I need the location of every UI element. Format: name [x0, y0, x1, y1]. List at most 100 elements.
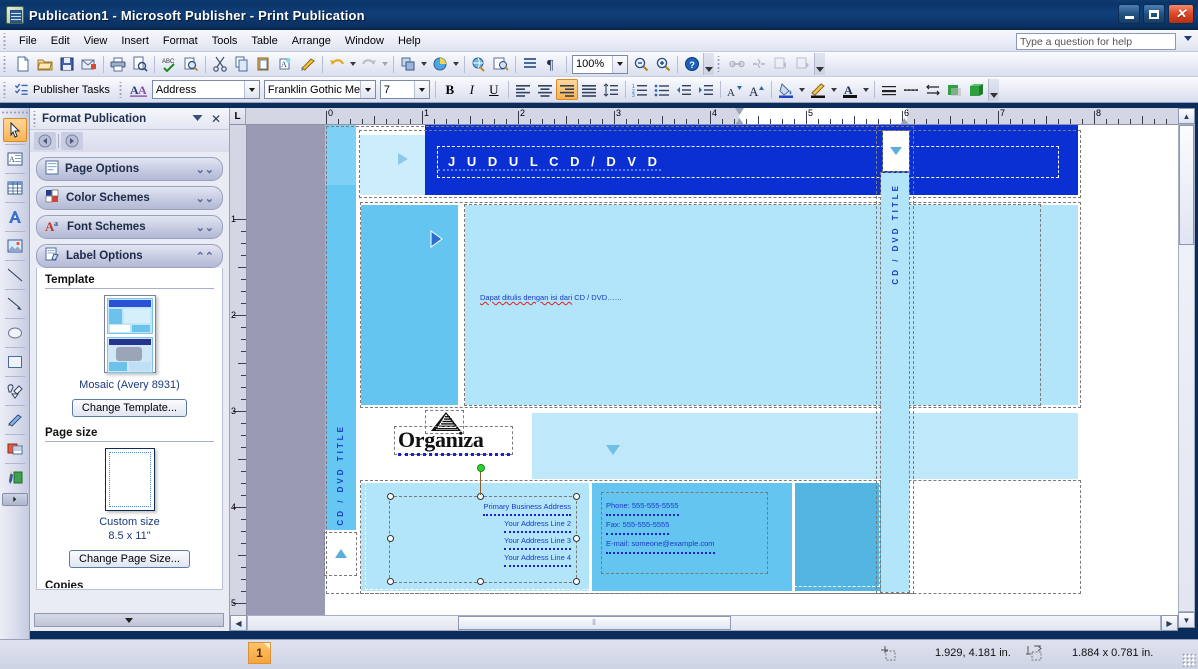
- font-size-combo[interactable]: 7: [379, 80, 430, 99]
- change-template-button[interactable]: Change Template...: [71, 399, 188, 417]
- research-icon[interactable]: [180, 54, 202, 75]
- new-icon[interactable]: [12, 54, 34, 75]
- font-color-icon[interactable]: A: [839, 79, 861, 100]
- formatting-toolbar-grip[interactable]: [117, 81, 125, 98]
- task-pane-section-color-schemes[interactable]: Color Schemes ⌄⌄: [36, 186, 223, 210]
- formatting-toolbar-overflow-button[interactable]: [987, 78, 999, 101]
- increase-font-size-icon[interactable]: A: [746, 79, 768, 100]
- bold-button[interactable]: B: [439, 79, 461, 100]
- font-dropdown-icon[interactable]: [359, 81, 375, 98]
- save-icon[interactable]: [56, 54, 78, 75]
- redo-icon[interactable]: [358, 54, 380, 75]
- menu-arrange[interactable]: Arrange: [285, 32, 338, 50]
- line-color-icon[interactable]: [807, 79, 829, 100]
- resize-grip[interactable]: [1182, 653, 1196, 667]
- menu-view[interactable]: View: [77, 32, 115, 50]
- content-library-tool[interactable]: [3, 437, 27, 461]
- chevron-double-down-icon[interactable]: ⌄⌄: [196, 163, 214, 176]
- font-color-dropdown-icon[interactable]: [861, 79, 871, 100]
- text-box-tool[interactable]: A: [3, 147, 27, 171]
- redo-dropdown-icon[interactable]: [380, 54, 390, 75]
- insert-table-tool[interactable]: [3, 176, 27, 200]
- underline-button[interactable]: U: [483, 79, 505, 100]
- align-center-icon[interactable]: [534, 79, 556, 100]
- color-wheel-dropdown-icon[interactable]: [451, 54, 461, 75]
- ask-a-question-dropdown-icon[interactable]: [1184, 36, 1192, 41]
- menu-grip[interactable]: [2, 32, 9, 49]
- menu-insert[interactable]: Insert: [114, 32, 156, 50]
- template-thumbnail[interactable]: [103, 295, 156, 373]
- line-spacing-icon[interactable]: [600, 79, 622, 100]
- color-wheel-icon[interactable]: [429, 54, 451, 75]
- change-page-size-button[interactable]: Change Page Size...: [69, 550, 190, 568]
- connect-toolbar-grip[interactable]: [716, 56, 723, 72]
- ruler-corner[interactable]: L: [230, 108, 246, 124]
- styles-and-formatting-icon[interactable]: AA: [128, 79, 150, 100]
- chevron-double-up-icon[interactable]: ⌃⌃: [196, 250, 214, 263]
- style-combo[interactable]: Address: [151, 80, 260, 99]
- objects-toolbar-more-buttons[interactable]: ⏵: [1, 493, 28, 506]
- menu-table[interactable]: Table: [244, 32, 284, 50]
- special-characters-icon[interactable]: [519, 54, 541, 75]
- align-justify-icon[interactable]: [578, 79, 600, 100]
- publisher-tasks-button[interactable]: Publisher Tasks: [12, 79, 116, 100]
- unlink-textbox-icon[interactable]: [748, 54, 770, 75]
- open-icon[interactable]: [34, 54, 56, 75]
- horizontal-scrollbar[interactable]: ◀ ⦀ ▶: [230, 615, 1178, 631]
- minimize-button[interactable]: [1118, 4, 1140, 24]
- undo-icon[interactable]: [326, 54, 348, 75]
- numbering-icon[interactable]: 123: [629, 79, 651, 100]
- format-painter-icon[interactable]: [297, 54, 319, 75]
- arrange-icon[interactable]: [397, 54, 419, 75]
- maximize-button[interactable]: [1143, 4, 1165, 24]
- oval-tool[interactable]: [3, 321, 27, 345]
- chevron-double-down-icon[interactable]: ⌄⌄: [196, 221, 214, 234]
- design-gallery-object-tool[interactable]: [3, 408, 27, 432]
- close-button[interactable]: ✕: [1168, 4, 1194, 24]
- forward-arrow-icon[interactable]: [61, 132, 83, 150]
- menu-format[interactable]: Format: [156, 32, 205, 50]
- copy-icon[interactable]: [231, 54, 253, 75]
- insert-design-tool[interactable]: [3, 466, 27, 490]
- line-color-dropdown-icon[interactable]: [829, 79, 839, 100]
- task-pane-scroll-down-button[interactable]: [34, 613, 224, 627]
- arrange-dropdown-icon[interactable]: [419, 54, 429, 75]
- standard-toolbar-grip[interactable]: [2, 56, 9, 72]
- design-gallery-icon[interactable]: [490, 54, 512, 75]
- cut-icon[interactable]: [209, 54, 231, 75]
- ask-a-question-input[interactable]: Type a question for help: [1016, 33, 1176, 50]
- menu-tools[interactable]: Tools: [205, 32, 245, 50]
- rectangle-tool[interactable]: [3, 350, 27, 374]
- zoom-out-icon[interactable]: [630, 54, 652, 75]
- horizontal-ruler[interactable]: L 0 1 2 3 4 5 6 7 8: [230, 108, 1178, 125]
- fill-color-icon[interactable]: [775, 79, 797, 100]
- task-pane-section-page-options[interactable]: Page Options ⌄⌄: [36, 157, 223, 181]
- select-objects-tool[interactable]: [2, 118, 27, 142]
- menu-window[interactable]: Window: [338, 32, 391, 50]
- shadow-style-icon[interactable]: [944, 79, 966, 100]
- next-textbox-icon[interactable]: [792, 54, 814, 75]
- scroll-left-button[interactable]: ◀: [230, 615, 247, 631]
- three-d-style-icon[interactable]: [966, 79, 988, 100]
- picture-frame-tool[interactable]: [3, 234, 27, 258]
- document-canvas[interactable]: CD / DVD TITLE J U D U L C D / D V D Dap…: [247, 125, 1178, 628]
- zoom-dropdown-icon[interactable]: [612, 55, 627, 73]
- word-art-tool[interactable]: [3, 205, 27, 229]
- italic-button[interactable]: I: [461, 79, 483, 100]
- align-left-icon[interactable]: [512, 79, 534, 100]
- vertical-scrollbar[interactable]: ▲ ▼: [1178, 108, 1195, 628]
- decrease-indent-icon[interactable]: [673, 79, 695, 100]
- link-textbox-icon[interactable]: [726, 54, 748, 75]
- arrow-style-icon[interactable]: [922, 79, 944, 100]
- scroll-right-button[interactable]: ▶: [1161, 615, 1178, 631]
- font-combo[interactable]: Franklin Gothic Medi: [263, 80, 376, 99]
- page-navigation-badge[interactable]: 1: [248, 642, 271, 664]
- chevron-down-icon[interactable]: [186, 113, 209, 125]
- spelling-icon[interactable]: ABC: [158, 54, 180, 75]
- scroll-up-button[interactable]: ▲: [1178, 108, 1195, 124]
- horizontal-scroll-thumb[interactable]: ⦀: [458, 616, 731, 630]
- vertical-scroll-track[interactable]: [1178, 124, 1195, 612]
- increase-indent-icon[interactable]: [695, 79, 717, 100]
- autoshapes-tool[interactable]: [3, 379, 27, 403]
- print-preview-icon[interactable]: [129, 54, 151, 75]
